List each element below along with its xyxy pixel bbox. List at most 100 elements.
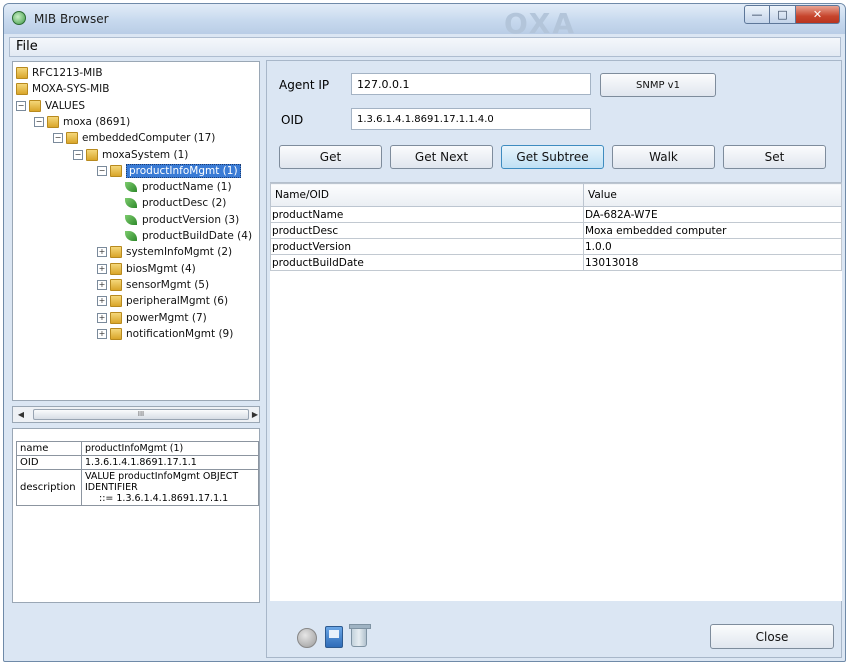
result-value-cell[interactable]: Moxa embedded computer xyxy=(583,222,842,239)
property-key: description xyxy=(16,469,82,506)
scroll-right-arrow-icon[interactable]: ▶ xyxy=(249,409,261,420)
tree-item-label[interactable]: productBuildDate (4) xyxy=(142,230,252,242)
property-key: name xyxy=(16,441,82,456)
oid-input[interactable] xyxy=(351,108,591,130)
tree-item-label[interactable]: productVersion (3) xyxy=(142,214,239,226)
expand-icon[interactable]: + xyxy=(97,328,107,339)
collapse-icon[interactable]: − xyxy=(34,116,44,127)
tree-item-label[interactable]: sensorMgmt (5) xyxy=(126,279,209,291)
tree-folder-item[interactable]: + peripheralMgmt (6) xyxy=(97,293,228,309)
scroll-thumb[interactable]: III xyxy=(33,409,249,420)
get-next-button[interactable]: Get Next xyxy=(390,145,493,169)
folder-icon xyxy=(29,99,41,112)
tree-item-label[interactable]: embeddedComputer (17) xyxy=(82,132,215,144)
tree-folder-item[interactable]: MOXA-SYS-MIB xyxy=(16,81,109,97)
result-name-cell[interactable]: productBuildDate xyxy=(270,254,584,271)
result-value-cell[interactable]: DA-682A-W7E xyxy=(583,206,842,223)
record-icon[interactable] xyxy=(297,628,317,648)
tree-item-label[interactable]: peripheralMgmt (6) xyxy=(126,295,228,307)
tree-folder-item[interactable]: − moxa (8691) xyxy=(34,114,130,130)
menu-bar: File xyxy=(9,37,841,57)
tree-item-label[interactable]: VALUES xyxy=(45,100,85,112)
minimize-button[interactable]: — xyxy=(744,5,770,24)
results-table: Name/OID Value productName DA-682A-W7E p… xyxy=(270,182,842,601)
agent-ip-input[interactable] xyxy=(351,73,591,95)
folder-icon xyxy=(47,115,59,128)
folder-icon xyxy=(86,148,98,161)
tree-item-label[interactable]: productName (1) xyxy=(142,181,232,193)
collapse-icon[interactable]: − xyxy=(97,165,107,176)
expand-icon[interactable]: + xyxy=(97,279,107,290)
tree-folder-item[interactable]: + biosMgmt (4) xyxy=(97,261,196,277)
close-button[interactable]: Close xyxy=(710,624,834,649)
tree-item-label[interactable]: powerMgmt (7) xyxy=(126,312,207,324)
get-subtree-button[interactable]: Get Subtree xyxy=(501,145,604,169)
snmp-version-button[interactable]: SNMP v1 xyxy=(600,73,716,97)
trash-icon[interactable] xyxy=(349,624,371,647)
column-header-value[interactable]: Value xyxy=(583,183,842,207)
tree-leaf-item[interactable]: productDesc (2) xyxy=(121,195,226,211)
expand-icon[interactable]: + xyxy=(97,263,107,274)
tree-item-label[interactable]: systemInfoMgmt (2) xyxy=(126,246,232,258)
tree-folder-item[interactable]: − embeddedComputer (17) xyxy=(53,130,215,146)
tree-leaf-item[interactable]: productVersion (3) xyxy=(121,212,239,228)
tree-folder-item[interactable]: − productInfoMgmt (1) xyxy=(97,163,241,179)
tree-leaf-item[interactable]: productName (1) xyxy=(121,179,232,195)
tree-item-label[interactable]: MOXA-SYS-MIB xyxy=(32,83,109,95)
tree-item-label[interactable]: biosMgmt (4) xyxy=(126,263,196,275)
column-header-name-oid[interactable]: Name/OID xyxy=(270,183,584,207)
tree-item-label[interactable]: productDesc (2) xyxy=(142,197,226,209)
close-window-button[interactable]: ✕ xyxy=(796,5,840,24)
mib-browser-window: MIB Browser OXA — □ ✕ File RFC1213-MIB MO… xyxy=(3,3,846,662)
table-row[interactable]: productVersion 1.0.0 xyxy=(270,238,842,255)
tree-item-label[interactable]: RFC1213-MIB xyxy=(32,67,103,79)
table-row[interactable]: productDesc Moxa embedded computer xyxy=(270,222,842,239)
tree-folder-item[interactable]: RFC1213-MIB xyxy=(16,65,103,81)
table-row[interactable]: productBuildDate 13013018 xyxy=(270,254,842,271)
tree-item-label[interactable]: notificationMgmt (9) xyxy=(126,328,233,340)
properties-panel: name productInfoMgmt (1) OID 1.3.6.1.4.1… xyxy=(12,428,260,603)
tree-leaf-item[interactable]: productBuildDate (4) xyxy=(121,228,252,244)
maximize-button[interactable]: □ xyxy=(770,5,796,24)
brand-watermark: OXA xyxy=(504,7,577,40)
table-row[interactable]: productName DA-682A-W7E xyxy=(270,206,842,223)
tree-item-label[interactable]: moxa (8691) xyxy=(63,116,130,128)
results-header-row: Name/OID Value xyxy=(270,183,842,207)
result-name-cell[interactable]: productDesc xyxy=(270,222,584,239)
mib-tree: RFC1213-MIB MOXA-SYS-MIB − VALUES − moxa (869… xyxy=(12,61,260,401)
properties-row-name: name productInfoMgmt (1) xyxy=(16,441,259,456)
result-value-cell[interactable]: 1.0.0 xyxy=(583,238,842,255)
save-icon[interactable] xyxy=(325,626,343,648)
tree-item-label[interactable]: productInfoMgmt (1) xyxy=(126,163,241,178)
tree-folder-item[interactable]: − moxaSystem (1) xyxy=(73,147,188,163)
tree-folder-item[interactable]: + systemInfoMgmt (2) xyxy=(97,244,232,260)
result-name-cell[interactable]: productVersion xyxy=(270,238,584,255)
tree-horizontal-scrollbar[interactable]: ◀ III ▶ xyxy=(12,406,260,423)
collapse-icon[interactable]: − xyxy=(16,100,26,111)
result-name-cell[interactable]: productName xyxy=(270,206,584,223)
tree-item-label[interactable]: moxaSystem (1) xyxy=(102,149,188,161)
scroll-left-arrow-icon[interactable]: ◀ xyxy=(15,409,27,420)
walk-button[interactable]: Walk xyxy=(612,145,715,169)
leaf-node-icon xyxy=(125,214,137,225)
property-value: VALUE productInfoMgmt OBJECT IDENTIFIER … xyxy=(81,469,259,506)
tree-folder-item[interactable]: + powerMgmt (7) xyxy=(97,310,207,326)
description-line: IDENTIFIER xyxy=(85,482,138,493)
tree-folder-item[interactable]: + sensorMgmt (5) xyxy=(97,277,209,293)
window-title: MIB Browser xyxy=(34,12,109,26)
get-button[interactable]: Get xyxy=(279,145,382,169)
oid-label: OID xyxy=(281,113,304,127)
expand-icon[interactable]: + xyxy=(97,312,107,323)
expand-icon[interactable]: + xyxy=(97,247,107,258)
expand-icon[interactable]: + xyxy=(97,296,107,307)
set-button[interactable]: Set xyxy=(723,145,826,169)
collapse-icon[interactable]: − xyxy=(53,133,63,144)
agent-ip-label: Agent IP xyxy=(279,78,330,92)
result-value-cell[interactable]: 13013018 xyxy=(583,254,842,271)
tree-folder-item[interactable]: + notificationMgmt (9) xyxy=(97,326,233,342)
tree-folder-item[interactable]: − VALUES xyxy=(16,98,85,114)
collapse-icon[interactable]: − xyxy=(73,149,83,160)
menu-file[interactable]: File xyxy=(16,39,38,54)
folder-icon xyxy=(66,132,78,145)
folder-icon xyxy=(110,278,122,291)
